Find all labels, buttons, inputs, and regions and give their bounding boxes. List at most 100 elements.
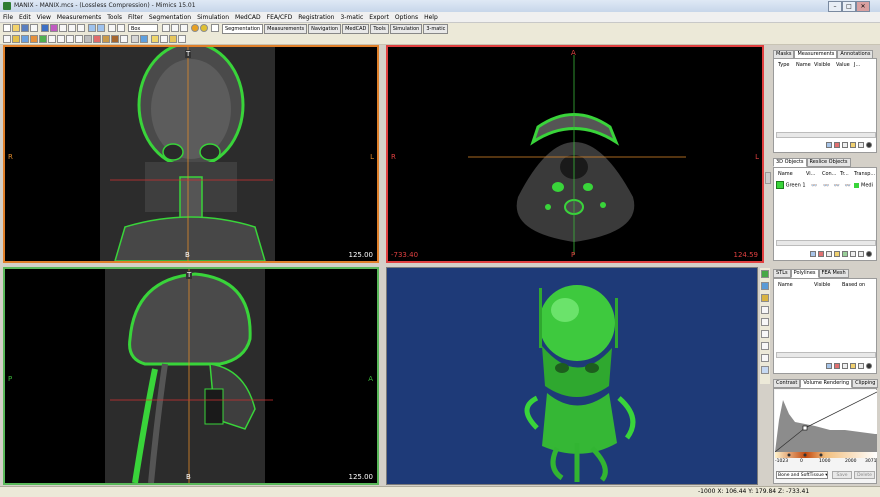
pan-3d-icon[interactable]: [761, 330, 769, 338]
column-header[interactable]: Name: [778, 171, 806, 177]
smooth-object-icon[interactable]: [850, 250, 856, 257]
properties-polyline-icon[interactable]: [858, 362, 864, 369]
transparency-glasses-icon[interactable]: 👓: [845, 183, 851, 189]
threshold-icon[interactable]: [12, 35, 20, 43]
zoom-3d-icon[interactable]: [761, 342, 769, 350]
new-project-icon[interactable]: [3, 24, 11, 32]
region-grow-icon[interactable]: [21, 35, 29, 43]
menu-export[interactable]: Export: [366, 12, 392, 22]
toolbar-tab-simulation[interactable]: Simulation: [389, 24, 423, 34]
tab-stls[interactable]: STLs: [773, 269, 791, 278]
close-button[interactable]: ✕: [856, 1, 870, 12]
measurements-scrollbar[interactable]: [776, 132, 876, 138]
menu-segmentation[interactable]: Segmentation: [146, 12, 194, 22]
menu-options[interactable]: Options: [392, 12, 421, 22]
menu-view[interactable]: View: [34, 12, 54, 22]
color-transfer-bar[interactable]: [775, 452, 877, 458]
maximize-button[interactable]: □: [842, 1, 856, 12]
project-icon[interactable]: [169, 35, 177, 43]
menu-tools[interactable]: Tools: [104, 12, 125, 22]
pan-icon[interactable]: [117, 24, 125, 32]
save-preset-button[interactable]: Save: [832, 471, 852, 479]
toolbar-tab-measurements[interactable]: Measurements: [264, 24, 308, 34]
duplicate-icon[interactable]: [842, 141, 848, 148]
wrap-object-icon[interactable]: [842, 250, 848, 257]
render-3d-view[interactable]: [386, 267, 758, 485]
axial-view[interactable]: R L A P -733.40 124.59: [386, 45, 764, 263]
toolbar-tab-navigation[interactable]: Navigation: [308, 24, 342, 34]
export-icon[interactable]: [151, 35, 159, 43]
toolbar-tab-segmentation[interactable]: Segmentation: [222, 24, 264, 34]
menu-simulation[interactable]: Simulation: [194, 12, 232, 22]
crop-mask-icon[interactable]: [48, 35, 56, 43]
column-header[interactable]: Based on: [842, 282, 876, 288]
export-object-icon[interactable]: [834, 250, 840, 257]
tab-contrast[interactable]: Contrast: [773, 379, 801, 388]
tab-fea-mesh[interactable]: FEA Mesh: [818, 269, 849, 278]
add-object-icon[interactable]: [810, 250, 816, 257]
menu-measurements[interactable]: Measurements: [54, 12, 104, 22]
wrap-icon[interactable]: [131, 35, 139, 43]
panel-collapse-handle[interactable]: [765, 172, 771, 184]
polylines-scrollbar[interactable]: [776, 352, 876, 358]
triangle-glasses-icon[interactable]: 👓: [834, 183, 840, 189]
sagittal-view[interactable]: P A T B 125.00: [3, 267, 379, 485]
edit-mask-icon[interactable]: [30, 35, 38, 43]
toolbar-tab-medcad[interactable]: MedCAD: [342, 24, 370, 34]
expand-objects-icon[interactable]: [866, 250, 872, 257]
fill-cavity-icon[interactable]: [57, 35, 65, 43]
layout-icon[interactable]: [50, 24, 58, 32]
contour-glasses-icon[interactable]: 👓: [823, 183, 829, 189]
axis-icon[interactable]: [3, 35, 11, 43]
objects-scrollbar[interactable]: [776, 240, 876, 246]
column-header[interactable]: J...: [854, 62, 870, 68]
brightness-icon[interactable]: [200, 24, 208, 32]
clip-icon[interactable]: [761, 306, 769, 314]
rotate-3d-icon[interactable]: [761, 318, 769, 326]
column-header[interactable]: Vi...: [806, 171, 822, 177]
copy-object-icon[interactable]: [826, 250, 832, 257]
minimize-button[interactable]: –: [828, 1, 842, 12]
open-folder-icon[interactable]: [12, 24, 20, 32]
menu-filter[interactable]: Filter: [125, 12, 146, 22]
contrast-icon[interactable]: [191, 24, 199, 32]
lighting-icon[interactable]: [761, 294, 769, 302]
tab-reslice-objects[interactable]: Reslice Objects: [806, 158, 851, 167]
delete-polyline-icon[interactable]: [834, 362, 840, 369]
delete-preset-button[interactable]: Delete: [854, 471, 875, 479]
undo-icon[interactable]: [88, 24, 96, 32]
delete-object-icon[interactable]: [818, 250, 824, 257]
cube-icon[interactable]: [761, 282, 769, 290]
add-icon[interactable]: [826, 141, 832, 148]
tab-polylines[interactable]: Polylines: [790, 269, 819, 278]
info-icon[interactable]: [211, 24, 219, 32]
column-header[interactable]: Visible: [814, 62, 836, 68]
menu-help[interactable]: Help: [421, 12, 441, 22]
object-row-green1[interactable]: Green 1 👓 👓 👓 👓 Medi: [776, 181, 876, 189]
folder-icon[interactable]: [850, 141, 856, 148]
cut-icon[interactable]: [59, 24, 67, 32]
smooth-icon[interactable]: [140, 35, 148, 43]
grid-icon[interactable]: [41, 24, 49, 32]
expand-polylines-icon[interactable]: [866, 362, 872, 369]
polyline-icon[interactable]: [120, 35, 128, 43]
folder-polyline-icon[interactable]: [850, 362, 856, 369]
tab-3d-objects[interactable]: 3D Objects: [773, 158, 807, 167]
pointer-icon[interactable]: [178, 35, 186, 43]
multiple-slice-edit-icon[interactable]: [39, 35, 47, 43]
reset-view-icon[interactable]: [761, 366, 769, 374]
preset-dropdown[interactable]: Bone and SoftTissue ▾: [776, 471, 828, 479]
morphology-icon[interactable]: [66, 35, 74, 43]
column-header[interactable]: Con...: [822, 171, 840, 177]
menu-edit[interactable]: Edit: [16, 12, 34, 22]
column-header[interactable]: Visible: [814, 282, 842, 288]
tab-volume-rendering[interactable]: Volume Rendering: [800, 379, 853, 388]
measure-icon[interactable]: [171, 24, 179, 32]
copy-icon[interactable]: [68, 24, 76, 32]
coronal-view[interactable]: R L T B 125.00: [3, 45, 379, 263]
toolbar-tab-tools[interactable]: Tools: [370, 24, 389, 34]
view-3d-icon[interactable]: [761, 270, 769, 278]
histogram[interactable]: [775, 390, 877, 452]
column-header[interactable]: Type: [778, 62, 796, 68]
column-header[interactable]: Name: [796, 62, 814, 68]
